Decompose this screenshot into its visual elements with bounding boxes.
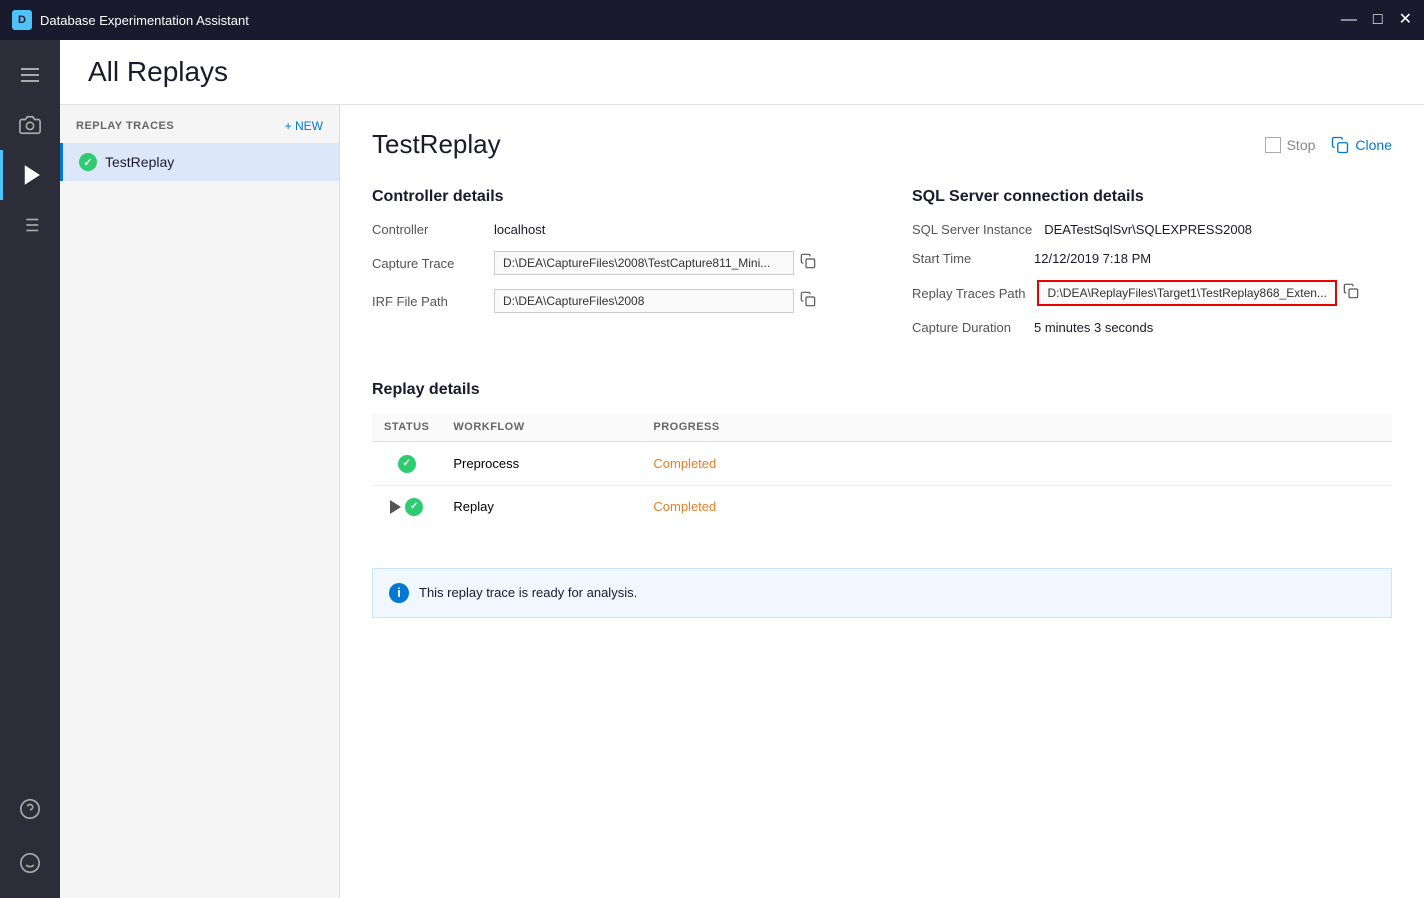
row2-status-cell: [372, 485, 441, 528]
stop-button[interactable]: Stop: [1265, 137, 1316, 153]
capture-trace-input[interactable]: D:\DEA\CaptureFiles\2008\TestCapture811_…: [494, 251, 794, 275]
app-body: All Replays REPLAY TRACES + NEW TestRepl…: [0, 40, 1424, 898]
row2-progress-value: Completed: [653, 499, 716, 514]
maximize-button[interactable]: □: [1373, 12, 1383, 28]
sidebar-item-menu[interactable]: [0, 50, 60, 100]
controller-value: localhost: [494, 222, 545, 237]
info-banner: i This replay trace is ready for analysi…: [372, 568, 1392, 618]
row2-progress-cell: Completed: [641, 485, 1392, 528]
controller-details-section: Controller details Controller localhost …: [372, 188, 852, 349]
details-grid: Controller details Controller localhost …: [372, 188, 1392, 349]
sql-server-details-heading: SQL Server connection details: [912, 188, 1392, 206]
hamburger-icon: [21, 68, 39, 82]
controller-label: Controller: [372, 222, 482, 237]
help-icon: [19, 798, 41, 820]
capture-trace-field-row: Capture Trace D:\DEA\CaptureFiles\2008\T…: [372, 251, 852, 275]
irf-file-field-row: IRF File Path D:\DEA\CaptureFiles\2008: [372, 289, 852, 313]
sql-instance-label: SQL Server Instance: [912, 222, 1032, 237]
face-icon: [19, 852, 41, 874]
col-header-status: STATUS: [372, 413, 441, 442]
title-bar: D Database Experimentation Assistant — □…: [0, 0, 1424, 40]
row2-workflow-value: Replay: [453, 499, 493, 514]
clone-label: Clone: [1355, 137, 1392, 153]
replay-traces-path-input-wrap: D:\DEA\ReplayFiles\Target1\TestReplay868…: [1037, 280, 1392, 306]
row2-play-icon: [390, 500, 401, 514]
left-panel-header: REPLAY TRACES + NEW: [60, 105, 339, 143]
sql-instance-value: DEATestSqlSvr\SQLEXPRESS2008: [1044, 222, 1252, 237]
stop-checkbox-icon: [1265, 137, 1281, 153]
irf-file-label: IRF File Path: [372, 294, 482, 309]
capture-duration-value: 5 minutes 3 seconds: [1034, 320, 1153, 335]
start-time-label: Start Time: [912, 251, 1022, 266]
controller-field-row: Controller localhost: [372, 222, 852, 237]
replay-item-name: TestReplay: [105, 154, 174, 170]
replay-traces-label: REPLAY TRACES: [76, 120, 174, 132]
clone-icon: [1331, 136, 1349, 154]
close-button[interactable]: ✕: [1399, 12, 1412, 28]
page-header-area: All Replays REPLAY TRACES + NEW TestRepl…: [60, 40, 1424, 898]
clone-button[interactable]: Clone: [1331, 136, 1392, 154]
row1-workflow-cell: Preprocess: [441, 442, 641, 486]
capture-trace-input-wrap: D:\DEA\CaptureFiles\2008\TestCapture811_…: [494, 251, 852, 275]
app-title: Database Experimentation Assistant: [40, 13, 1341, 28]
info-icon: i: [389, 583, 409, 603]
replay-details-table: STATUS WORKFLOW PROGRESS: [372, 413, 1392, 528]
content-area: REPLAY TRACES + NEW TestReplay TestRepla…: [60, 105, 1424, 898]
sidebar-item-replay[interactable]: [0, 150, 60, 200]
sidebar-item-capture[interactable]: [0, 100, 60, 150]
irf-file-input-wrap: D:\DEA\CaptureFiles\2008: [494, 289, 852, 313]
replay-details-heading: Replay details: [372, 381, 1392, 399]
row1-progress-cell: Completed: [641, 442, 1392, 486]
camera-icon: [19, 114, 41, 136]
main-title-row: TestReplay Stop Clone: [372, 129, 1392, 160]
capture-trace-copy-icon[interactable]: [800, 253, 816, 274]
row1-workflow-value: Preprocess: [453, 456, 519, 471]
capture-duration-label: Capture Duration: [912, 320, 1022, 335]
replay-icon: [21, 164, 43, 186]
irf-file-input[interactable]: D:\DEA\CaptureFiles\2008: [494, 289, 794, 313]
replay-traces-path-label: Replay Traces Path: [912, 286, 1025, 301]
app-icon-text: D: [18, 14, 26, 26]
sidebar-item-analysis[interactable]: [0, 200, 60, 250]
replay-traces-copy-icon[interactable]: [1343, 283, 1359, 304]
row2-check-icon: [405, 498, 423, 516]
col-header-workflow: WORKFLOW: [441, 413, 641, 442]
replay-details-section: Replay details STATUS WORKFLOW PROGRESS: [372, 381, 1392, 528]
replay-title: TestReplay: [372, 129, 501, 160]
replay-list-item[interactable]: TestReplay: [60, 143, 339, 181]
row2-workflow-cell: Replay: [441, 485, 641, 528]
irf-file-copy-icon[interactable]: [800, 291, 816, 312]
status-check-icon: [79, 153, 97, 171]
sidebar-item-feedback[interactable]: [0, 838, 60, 888]
table-row: Replay Completed: [372, 485, 1392, 528]
action-buttons: Stop Clone: [1265, 136, 1392, 154]
capture-trace-label: Capture Trace: [372, 256, 482, 271]
start-time-value: 12/12/2019 7:18 PM: [1034, 251, 1151, 266]
row1-check-icon: [398, 455, 416, 473]
controller-details-heading: Controller details: [372, 188, 852, 206]
capture-duration-field-row: Capture Duration 5 minutes 3 seconds: [912, 320, 1392, 335]
sidebar-icons: [0, 40, 60, 898]
replay-traces-path-field-row: Replay Traces Path D:\DEA\ReplayFiles\Ta…: [912, 280, 1392, 306]
row1-progress-value: Completed: [653, 456, 716, 471]
main-content: TestReplay Stop Clone: [340, 105, 1424, 898]
new-replay-button[interactable]: + NEW: [285, 119, 323, 133]
sidebar-item-help[interactable]: [0, 784, 60, 834]
app-icon: D: [12, 10, 32, 30]
sql-instance-field-row: SQL Server Instance DEATestSqlSvr\SQLEXP…: [912, 222, 1392, 237]
replay-traces-path-input[interactable]: D:\DEA\ReplayFiles\Target1\TestReplay868…: [1037, 280, 1337, 306]
left-panel: REPLAY TRACES + NEW TestReplay: [60, 105, 340, 898]
table-row: Preprocess Completed: [372, 442, 1392, 486]
start-time-field-row: Start Time 12/12/2019 7:18 PM: [912, 251, 1392, 266]
page-header: All Replays: [60, 40, 1424, 105]
col-header-progress: PROGRESS: [641, 413, 1392, 442]
title-bar-controls: — □ ✕: [1341, 12, 1412, 28]
sql-server-details-section: SQL Server connection details SQL Server…: [912, 188, 1392, 349]
stop-label: Stop: [1287, 137, 1316, 153]
row1-status-cell: [372, 442, 441, 486]
info-message: This replay trace is ready for analysis.: [419, 585, 637, 600]
analysis-icon: [19, 214, 41, 236]
minimize-button[interactable]: —: [1341, 12, 1357, 28]
page-title: All Replays: [88, 56, 1396, 88]
